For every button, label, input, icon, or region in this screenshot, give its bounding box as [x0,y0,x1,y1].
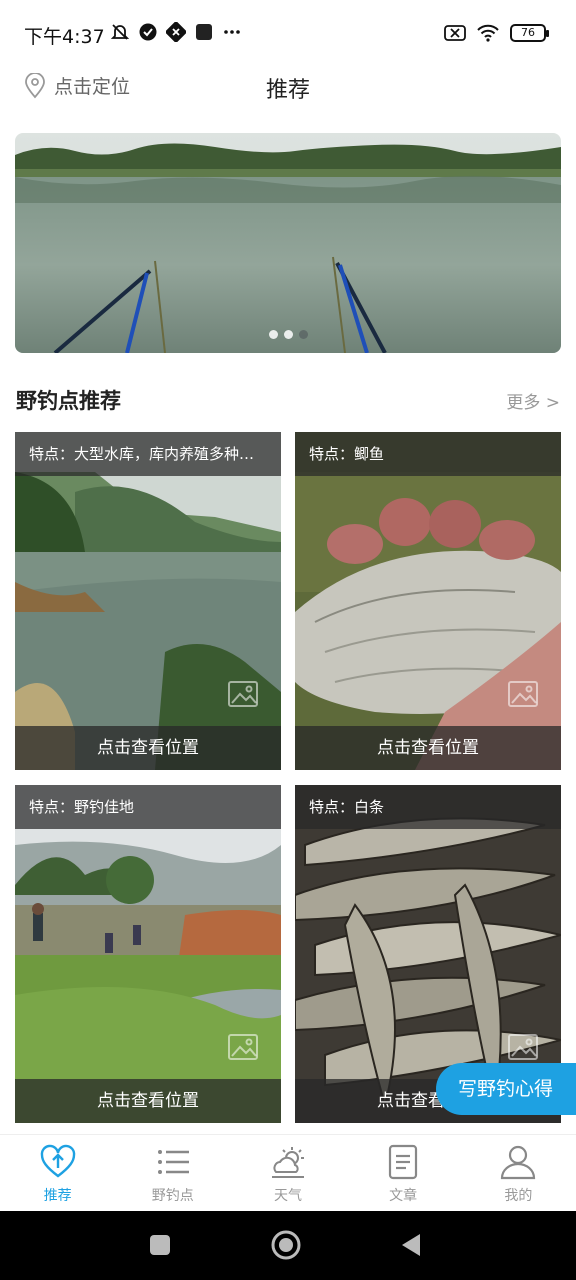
status-bar: 下午4:37 76 [0,0,576,68]
spot-card[interactable]: 特点：鲫鱼 点击查看位置 [295,432,561,770]
carousel-dot [268,330,278,339]
card-feature-text: 特点：野钓佳地 [15,785,281,829]
app-notification-icon [166,22,186,42]
recents-icon[interactable] [144,1229,176,1261]
tab-weather[interactable]: 天气 [230,1135,345,1212]
back-icon[interactable] [396,1229,428,1261]
battery-indicator: 76 [510,24,549,42]
spot-card[interactable]: 特点：大型水库，库内养殖多种鱼类 点击查看位置 [15,432,281,770]
carousel-indicator [15,330,561,339]
status-time: 下午4:37 [24,26,105,48]
view-location-button[interactable]: 点击查看位置 [15,726,281,770]
tab-label: 天气 [273,1188,302,1204]
bottom-nav: 推荐 野钓点 天气 文章 我的 [0,1134,576,1211]
more-link[interactable]: 更多 > [506,388,560,413]
banner-image [15,133,561,353]
top-header: 点击定位 推荐 [0,64,576,110]
spot-image-reservoir [15,432,281,770]
card-feature-text: 特点：白条 [295,785,561,829]
tab-label: 推荐 [43,1188,72,1204]
carousel-dot [298,330,308,339]
list-icon [157,1150,189,1174]
more-dots-icon [224,30,240,34]
tab-recommend[interactable]: 推荐 [0,1135,115,1212]
mute-icon [110,24,130,40]
section-title: 野钓点推荐 [16,389,121,413]
home-icon[interactable] [270,1229,302,1261]
tab-label: 野钓点 [151,1188,194,1204]
tab-label: 文章 [389,1188,418,1204]
document-icon [389,1144,418,1180]
heart-arrow-icon [40,1144,75,1178]
card-feature-text: 特点：鲫鱼 [295,432,561,476]
tab-articles[interactable]: 文章 [346,1135,461,1212]
view-location-button[interactable]: 点击查看位置 [15,1079,281,1123]
weather-icon [271,1147,304,1178]
tab-fishing-spots[interactable]: 野钓点 [115,1135,230,1212]
spot-image-riverside [15,785,281,1123]
image-placeholder-icon [228,1034,258,1060]
tab-label: 我的 [504,1188,533,1204]
image-placeholder-icon [228,681,258,707]
app-square-icon [196,24,212,40]
system-nav-bar [0,1211,576,1280]
image-placeholder-icon [508,1034,538,1060]
card-feature-text: 特点：大型水库，库内养殖多种鱼类 [15,432,281,476]
banner-carousel[interactable] [15,133,561,353]
notification-icons [110,22,242,42]
sim-off-icon [444,25,466,41]
carousel-dot [283,330,293,339]
system-status-icons: 76 [444,23,549,43]
write-experience-button[interactable]: 写野钓心得 [436,1063,576,1115]
tab-profile[interactable]: 我的 [461,1135,576,1212]
verified-icon [139,23,157,41]
view-location-button[interactable]: 点击查看位置 [295,726,561,770]
user-icon [501,1145,536,1180]
page-title: 推荐 [265,78,310,103]
spot-card[interactable]: 特点：野钓佳地 点击查看位置 [15,785,281,1123]
spot-image-crucian [295,432,561,770]
image-placeholder-icon [508,681,538,707]
wifi-icon [477,24,499,42]
